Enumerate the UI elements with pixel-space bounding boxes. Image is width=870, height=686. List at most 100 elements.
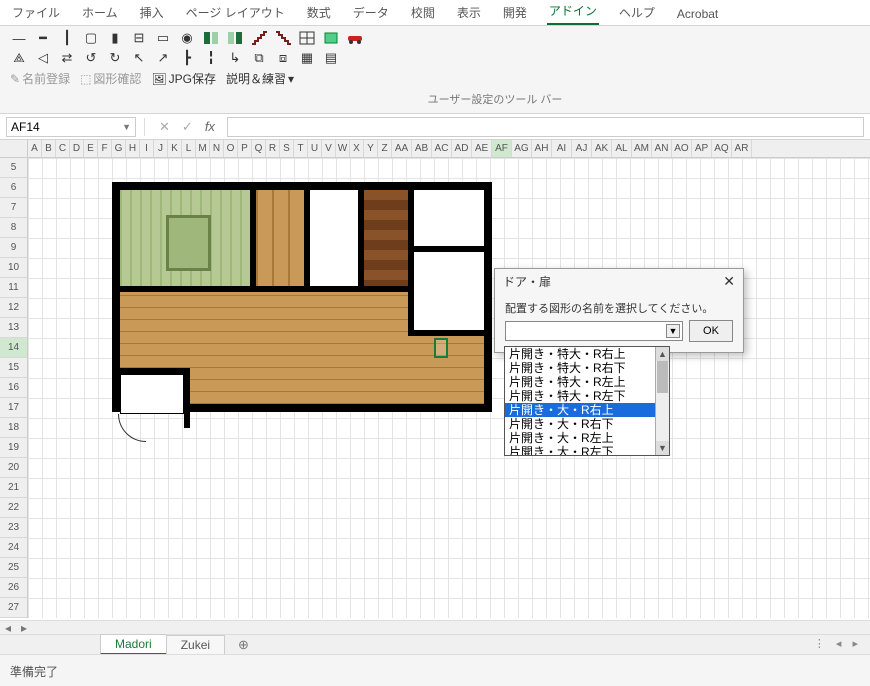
col-header[interactable]: J xyxy=(154,140,168,157)
col-header[interactable]: L xyxy=(182,140,196,157)
tool-line-vert-icon[interactable]: ┃ xyxy=(58,30,76,46)
sheet-tab[interactable]: Zukei xyxy=(166,635,225,654)
col-header[interactable]: G xyxy=(112,140,126,157)
ribbon-tab-11[interactable]: Acrobat xyxy=(675,5,720,25)
col-header[interactable]: AK xyxy=(592,140,612,157)
jpg-save-button[interactable]: 🖼 JPG保存 xyxy=(151,70,216,87)
row-header[interactable]: 19 xyxy=(0,438,27,458)
row-header[interactable]: 6 xyxy=(0,178,27,198)
row-header[interactable]: 5 xyxy=(0,158,27,178)
row-header[interactable]: 21 xyxy=(0,478,27,498)
col-header[interactable]: O xyxy=(224,140,238,157)
col-header[interactable]: AL xyxy=(612,140,632,157)
row-header[interactable]: 11 xyxy=(0,278,27,298)
row-header[interactable]: 17 xyxy=(0,398,27,418)
row-header[interactable]: 9 xyxy=(0,238,27,258)
scroll-up-icon[interactable]: ▲ xyxy=(656,347,669,361)
col-header[interactable]: AQ xyxy=(712,140,732,157)
row-header[interactable]: 24 xyxy=(0,538,27,558)
dialog-combobox-dropdown-icon[interactable]: ▼ xyxy=(666,324,680,338)
tool-select-icon[interactable]: ▦ xyxy=(298,50,316,66)
col-header[interactable]: I xyxy=(140,140,154,157)
ribbon-tab-1[interactable]: ホーム xyxy=(80,2,120,25)
select-all-corner[interactable] xyxy=(0,140,28,157)
tool-flip-h-icon[interactable]: ⇄ xyxy=(58,50,76,66)
name-box-dropdown-icon[interactable]: ▼ xyxy=(122,122,131,132)
tool-move-ne-icon[interactable]: ↗ xyxy=(154,50,172,66)
col-header[interactable]: AF xyxy=(492,140,512,157)
col-header[interactable]: P xyxy=(238,140,252,157)
col-header[interactable]: AM xyxy=(632,140,652,157)
sheet-tab-options-icon[interactable]: ⋮ ◂ ▸ xyxy=(814,637,862,650)
col-header[interactable]: X xyxy=(350,140,364,157)
scroll-down-icon[interactable]: ▼ xyxy=(656,441,669,455)
row-header[interactable]: 16 xyxy=(0,378,27,398)
list-scrollbar[interactable]: ▲ ▼ xyxy=(655,347,669,455)
col-header[interactable]: H xyxy=(126,140,140,157)
col-header[interactable]: AH xyxy=(532,140,552,157)
col-header[interactable]: U xyxy=(308,140,322,157)
fx-icon[interactable]: fx xyxy=(205,119,215,134)
col-header[interactable]: AO xyxy=(672,140,692,157)
tool-window-icon[interactable]: ▭ xyxy=(154,30,172,46)
ribbon-tab-10[interactable]: ヘルプ xyxy=(617,2,657,25)
tool-rotate-ccw-icon[interactable]: ↺ xyxy=(82,50,100,66)
row-header[interactable]: 10 xyxy=(0,258,27,278)
scroll-right-icon[interactable]: ▸ xyxy=(16,621,32,635)
col-header[interactable]: T xyxy=(294,140,308,157)
row-header[interactable]: 8 xyxy=(0,218,27,238)
row-header[interactable]: 15 xyxy=(0,358,27,378)
col-header[interactable]: B xyxy=(42,140,56,157)
tool-stairs-up-icon[interactable] xyxy=(274,30,292,46)
col-header[interactable]: Y xyxy=(364,140,378,157)
row-header[interactable]: 14 xyxy=(0,338,27,358)
row-header[interactable]: 25 xyxy=(0,558,27,578)
col-header[interactable]: AE xyxy=(472,140,492,157)
tool-align-left-icon[interactable]: ┣ xyxy=(178,50,196,66)
horizontal-scrollbar[interactable]: ◂ ▸ xyxy=(0,620,870,634)
row-header[interactable]: 23 xyxy=(0,518,27,538)
ribbon-tab-7[interactable]: 表示 xyxy=(455,2,483,25)
cells-area[interactable] xyxy=(28,158,870,618)
sheet-tab[interactable]: Madori xyxy=(100,634,167,655)
ribbon-tab-3[interactable]: ページ レイアウト xyxy=(184,2,287,25)
tool-group-icon[interactable]: ⧉ xyxy=(250,50,268,66)
col-header[interactable]: V xyxy=(322,140,336,157)
tool-fixture-icon[interactable] xyxy=(322,30,340,46)
dialog-close-icon[interactable]: ✕ xyxy=(723,273,735,290)
dialog-ok-button[interactable]: OK xyxy=(689,320,733,342)
register-name-button[interactable]: ✎ 名前登録 xyxy=(10,70,70,87)
col-header[interactable]: AG xyxy=(512,140,532,157)
list-item[interactable]: 片開き・特大・R右下 xyxy=(505,361,669,375)
tool-stairs-down-icon[interactable] xyxy=(250,30,268,46)
row-header[interactable]: 13 xyxy=(0,318,27,338)
col-header[interactable]: Z xyxy=(378,140,392,157)
row-header[interactable]: 27 xyxy=(0,598,27,618)
col-header[interactable]: AC xyxy=(432,140,452,157)
tool-circle-icon[interactable]: ◉ xyxy=(178,30,196,46)
col-header[interactable]: K xyxy=(168,140,182,157)
tool-square-open-icon[interactable]: ▢ xyxy=(82,30,100,46)
tool-prev-icon[interactable]: ◁ xyxy=(34,50,52,66)
list-item[interactable]: 片開き・特大・R左下 xyxy=(505,389,669,403)
shape-check-button[interactable]: ⬚ 図形確認 xyxy=(80,70,141,87)
row-header[interactable]: 22 xyxy=(0,498,27,518)
list-item[interactable]: 片開き・大・R左下 xyxy=(505,445,669,456)
col-header[interactable]: N xyxy=(210,140,224,157)
tool-align-v-icon[interactable]: ╏ xyxy=(202,50,220,66)
ribbon-tab-6[interactable]: 校閲 xyxy=(409,2,437,25)
list-item[interactable]: 片開き・大・R左上 xyxy=(505,431,669,445)
col-header[interactable]: A xyxy=(28,140,42,157)
col-header[interactable]: AR xyxy=(732,140,752,157)
row-header[interactable]: 7 xyxy=(0,198,27,218)
tool-door-icon[interactable]: ⊟ xyxy=(130,30,148,46)
tool-panel-b-icon[interactable] xyxy=(226,30,244,46)
col-header[interactable]: AI xyxy=(552,140,572,157)
scroll-thumb[interactable] xyxy=(657,361,668,393)
tool-ungroup-icon[interactable]: ⧈ xyxy=(274,50,292,66)
name-box[interactable]: AF14 ▼ xyxy=(6,117,136,137)
accept-formula-icon[interactable]: ✓ xyxy=(182,119,193,135)
tool-square-fill-icon[interactable]: ▮ xyxy=(106,30,124,46)
col-header[interactable]: E xyxy=(84,140,98,157)
tool-line-thin-icon[interactable]: ― xyxy=(10,30,28,46)
